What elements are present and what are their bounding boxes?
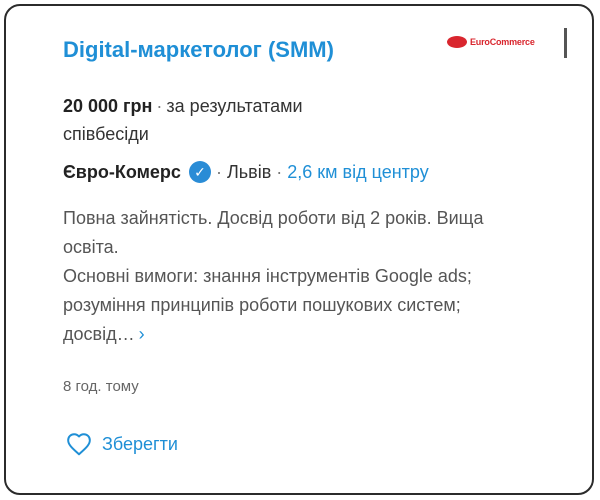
description-line-1: Повна зайнятість. Досвід роботи від 2 ро… [63,208,484,257]
description-line-2: Основні вимоги: знання інструментів Goog… [63,262,533,349]
chevron-right-icon[interactable]: › [135,324,145,344]
company-separator: · [215,162,222,182]
salary-block: 20 000 грн · за результатами співбесіди [63,92,393,148]
save-button[interactable]: Зберегти [66,432,178,456]
save-label: Зберегти [102,433,178,454]
company-name-link[interactable]: Євро-Комерс [63,158,181,186]
logo-text: EuroCommerce [470,37,535,47]
description-line-2-text: Основні вимоги: знання інструментів Goog… [63,266,472,344]
posted-time: 8 год. тому [63,378,139,395]
city-label: Львів [226,162,272,182]
salary-separator: · [156,96,163,116]
company-logo: EuroCommerce [447,36,535,48]
salary-amount: 20 000 грн [63,96,153,116]
heart-outline-icon [67,433,91,456]
job-description: Повна зайнятість. Досвід роботи від 2 ро… [63,204,533,349]
vacancy-card[interactable]: Digital-маркетолог (SMM) EuroCommerce 20… [4,4,594,495]
job-title-link[interactable]: Digital-маркетолог (SMM) [63,37,334,63]
distance-link[interactable]: 2,6 км від центру [287,158,428,186]
company-row: Євро-Комерс ✓ · Львів · 2,6 км від центр… [63,158,429,186]
verified-check-icon: ✓ [188,161,211,183]
city-separator: · [276,162,283,182]
logo-mark-icon [447,36,467,48]
scroll-indicator [564,28,567,58]
